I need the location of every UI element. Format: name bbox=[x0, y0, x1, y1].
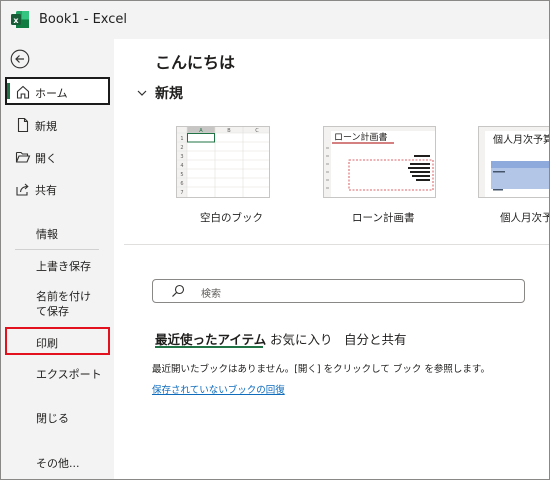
backstage-main: こんにちは 新規 A B C 1 2 3 4 5 6 7 空白のブック ローン計… bbox=[114, 39, 549, 479]
sidebar-item-label: 共有 bbox=[35, 184, 57, 197]
home-icon bbox=[16, 85, 30, 99]
row-header: 4 bbox=[180, 163, 183, 169]
row-header: 6 bbox=[180, 181, 183, 187]
share-icon bbox=[16, 183, 29, 196]
sidebar-item-close[interactable]: 閉じる bbox=[5, 403, 110, 431]
sidebar-item-save-as[interactable]: 名前を付けて保存 bbox=[36, 289, 100, 319]
sidebar-item-more[interactable]: その他... bbox=[5, 448, 110, 476]
loan-planner-thumbnail: ローン計画書 bbox=[324, 127, 435, 197]
thumb-title: 個人月次予算 bbox=[493, 133, 550, 146]
template-thumbnail: ローン計画書 bbox=[323, 126, 436, 198]
template-thumbnail: A B C 1 2 3 4 5 6 7 bbox=[176, 126, 270, 198]
search-input[interactable]: 検索 bbox=[152, 279, 525, 303]
sidebar-item-label: エクスポート bbox=[36, 368, 102, 381]
open-folder-icon bbox=[15, 151, 31, 163]
sidebar-item-label: 開く bbox=[35, 152, 57, 165]
tab-favorites[interactable]: お気に入り bbox=[270, 329, 333, 348]
sidebar-item-label: 情報 bbox=[36, 228, 58, 241]
empty-recent-message: 最近開いたブックはありません。[開く] をクリックして ブック を参照します。 bbox=[152, 364, 490, 375]
template-label: ローン計画書 bbox=[352, 212, 415, 224]
search-icon bbox=[172, 284, 185, 297]
chevron-down-icon[interactable] bbox=[136, 87, 148, 99]
sidebar-item-save[interactable]: 上書き保存 bbox=[5, 251, 110, 279]
thumb-title: ローン計画書 bbox=[334, 131, 388, 143]
col-header-c: C bbox=[255, 128, 259, 134]
row-header: 1 bbox=[180, 136, 183, 142]
excel-window: x Book1 - Excel ホーム 新規 開く 共有 情報 上書き保存 名前… bbox=[0, 0, 550, 480]
new-document-icon bbox=[17, 117, 29, 133]
col-header-a: A bbox=[199, 128, 203, 134]
sidebar-divider bbox=[15, 249, 99, 250]
row-header: 5 bbox=[180, 172, 183, 178]
sidebar-item-info[interactable]: 情報 bbox=[5, 219, 110, 247]
back-arrow-icon[interactable] bbox=[10, 49, 30, 69]
svg-text:x: x bbox=[13, 16, 19, 25]
sidebar-item-new[interactable]: 新規 bbox=[5, 111, 110, 139]
row-header: 3 bbox=[180, 154, 183, 160]
sidebar-item-label: 印刷 bbox=[36, 337, 58, 350]
col-header-b: B bbox=[227, 128, 231, 134]
recover-unsaved-link[interactable]: 保存されていないブックの回復 bbox=[152, 382, 285, 396]
template-label: 空白のブック bbox=[200, 212, 263, 224]
active-tab-indicator bbox=[155, 346, 263, 348]
sidebar-item-open[interactable]: 開く bbox=[5, 143, 110, 171]
template-label: 個人月次予算 bbox=[500, 212, 549, 224]
template-thumbnail: 個人月次予算 bbox=[478, 126, 550, 198]
sidebar-item-home[interactable]: ホーム bbox=[5, 77, 110, 105]
window-title: Book1 - Excel bbox=[39, 12, 128, 27]
section-separator bbox=[124, 244, 549, 245]
blank-grid-thumbnail: A B C 1 2 3 4 5 6 7 bbox=[177, 127, 269, 197]
title-bar: x Book1 - Excel bbox=[1, 1, 549, 39]
sidebar-item-label: 閉じる bbox=[36, 412, 69, 425]
search-placeholder: 検索 bbox=[201, 289, 221, 300]
excel-icon: x bbox=[11, 11, 29, 28]
sidebar-item-export[interactable]: エクスポート bbox=[5, 359, 110, 387]
row-header: 7 bbox=[180, 190, 183, 196]
personal-budget-thumbnail: 個人月次予算 bbox=[479, 127, 550, 197]
sidebar-item-share[interactable]: 共有 bbox=[5, 175, 110, 203]
backstage-sidebar: ホーム 新規 開く 共有 情報 上書き保存 名前を付けて保存 印刷 エクスポート… bbox=[1, 39, 114, 479]
new-section-title: 新規 bbox=[155, 86, 183, 102]
sidebar-item-print[interactable]: 印刷 bbox=[5, 327, 110, 355]
sidebar-item-label: ホーム bbox=[35, 87, 68, 100]
tab-shared-with-me[interactable]: 自分と共有 bbox=[344, 329, 407, 348]
row-header: 2 bbox=[180, 145, 183, 151]
sidebar-item-label: 上書き保存 bbox=[36, 260, 91, 273]
greeting-heading: こんにちは bbox=[155, 53, 236, 72]
sidebar-item-label: その他... bbox=[36, 457, 80, 470]
sidebar-item-label: 新規 bbox=[35, 120, 57, 133]
